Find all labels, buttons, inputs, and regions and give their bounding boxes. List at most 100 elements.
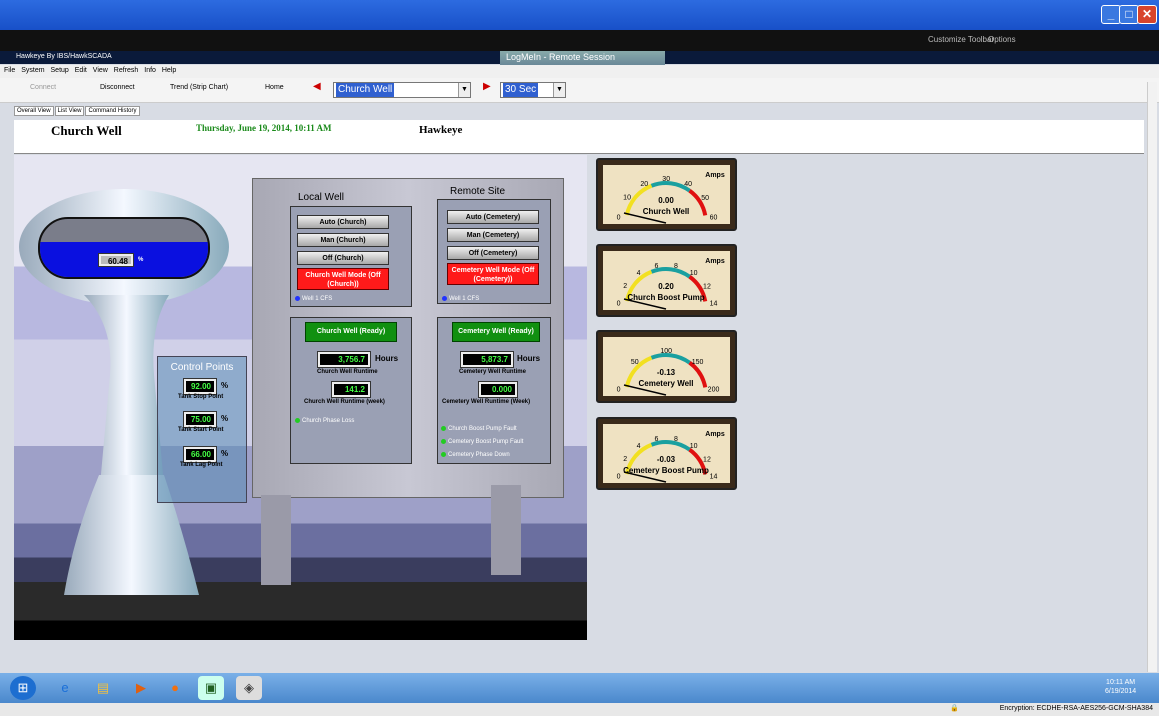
home-button[interactable]: Home (265, 84, 284, 91)
green-indicator-icon (441, 426, 446, 431)
tab-command-history[interactable]: Command History (85, 106, 140, 116)
church-week-value: 141.2 (331, 381, 371, 398)
local-well-status-panel: Church Well (Ready) 3,756.7 Hours Church… (290, 317, 412, 464)
connect-button[interactable]: Connect (30, 84, 56, 91)
gauge-tick-label: 10 (623, 195, 631, 202)
menu-item-refresh[interactable]: Refresh (114, 67, 144, 74)
church-boost-pump-gauge: 0 2 4 6 8 10 12 14 Amps 0.20 Church Boost Pump (596, 244, 737, 317)
options-menu[interactable]: Options (988, 35, 1016, 44)
blue-indicator-icon (295, 296, 300, 301)
local-cfs-label: Well 1 CFS (302, 296, 333, 303)
man-church-button[interactable]: Man (Church) (297, 233, 389, 247)
site-title: Church Well (51, 123, 122, 138)
menu-item-view[interactable]: View (93, 67, 114, 74)
cemetery-week-value: 0.000 (478, 381, 518, 398)
gauge-tick-label: 0 (617, 214, 621, 221)
lock-icon: 🔒 (950, 705, 959, 712)
close-button[interactable]: ✕ (1137, 5, 1157, 24)
gauge-tick-label: 40 (684, 181, 692, 188)
menu-item-edit[interactable]: Edit (75, 67, 93, 74)
local-well-title: Local Well (298, 192, 344, 203)
tank-stop-value[interactable]: 92.00 (183, 378, 217, 395)
gauge-tick-label: 150 (692, 359, 704, 366)
fault-label: Cemetery Boost Pump Fault (448, 439, 524, 446)
disconnect-button[interactable]: Disconnect (100, 84, 135, 91)
cemetery-boost-pump-gauge: 0 2 4 6 8 10 12 14 Amps -0.03 Cemetery Boost Pump (596, 417, 737, 490)
tank-level-window: 60.48 % (38, 217, 210, 279)
app-icon[interactable]: ▣ (198, 676, 224, 700)
outer-title-bar (0, 0, 1159, 30)
cemetery-week-label: Cemetery Well Runtime (Week) (442, 399, 531, 405)
man-cemetery-button[interactable]: Man (Cemetery) (447, 228, 539, 242)
firefox-icon[interactable]: ● (162, 676, 188, 700)
gauge-tick-label: 0 (617, 300, 621, 307)
menu-bar: File System Setup Edit View Refresh Info… (0, 65, 1159, 78)
internet-explorer-icon[interactable]: e (52, 676, 78, 700)
media-player-icon[interactable]: ▶ (128, 676, 154, 700)
gauge-value: -0.03 (657, 455, 676, 464)
status-bar: Encryption: ECDHE-RSA-AES256-GCM-SHA384 … (0, 703, 1159, 716)
session-tab[interactable]: LogMeIn - Remote Session (500, 51, 665, 65)
logmein-toolbar: Customize Toolbar Options (0, 30, 1159, 51)
gauge-tick-label: 60 (710, 215, 718, 222)
customize-toolbar[interactable]: Customize Toolbar (928, 35, 994, 44)
windows-taskbar: ⊞ e ▤ ▶ ● ▣ ◈ 10:11 AM 6/19/2014 (0, 673, 1159, 703)
header-bar: Church Well Thursday, June 19, 2014, 10:… (14, 120, 1144, 154)
menu-item-file[interactable]: File (4, 67, 21, 74)
control-points-title: Control Points (170, 362, 234, 373)
encryption-status: Encryption: ECDHE-RSA-AES256-GCM-SHA384 (999, 705, 1153, 712)
gauge-tick-label: 10 (690, 270, 698, 277)
gauge-tick-label: 6 (655, 263, 659, 270)
auto-church-button[interactable]: Auto (Church) (297, 215, 389, 229)
gauge-unit: Amps (705, 172, 725, 179)
fault-label: Church Boost Pump Fault (448, 426, 517, 433)
chevron-down-icon: ▼ (553, 83, 565, 97)
cemetery-well-status: Cemetery Well (Ready) (452, 322, 540, 342)
auto-cemetery-button[interactable]: Auto (Cemetery) (447, 210, 539, 224)
tank-level-unit: % (138, 257, 144, 263)
church-mode-indicator: Church Well Mode (Off (Church)) (297, 268, 389, 290)
church-well-gauge: 0 10 20 30 40 50 60 Amps 0.00 Church Well (596, 158, 737, 231)
trend-button[interactable]: Trend (Strip Chart) (170, 84, 228, 91)
tank-stop-label: Tank Stop Point (178, 394, 224, 400)
site-select[interactable]: Church Well ▼ (333, 82, 471, 98)
church-well-status: Church Well (Ready) (305, 322, 397, 342)
tab-overall-view[interactable]: Overall View (14, 106, 54, 116)
gauge-tick-label: 20 (640, 181, 648, 188)
forward-arrow-icon[interactable]: ▶ (483, 81, 491, 92)
cemetery-runtime-label: Cemetery Well Runtime (459, 369, 526, 375)
folder-icon[interactable]: ▤ (90, 676, 116, 700)
gauge-tick-label: 0 (617, 386, 621, 393)
cemetery-runtime-value: 5,873.7 (460, 351, 514, 368)
interval-select[interactable]: 30 Sec ▼ (500, 82, 566, 98)
vertical-scrollbar[interactable] (1147, 82, 1157, 672)
tab-list-view[interactable]: List View (54, 106, 85, 116)
tank-start-value[interactable]: 75.00 (183, 411, 217, 428)
off-church-button[interactable]: Off (Church) (297, 251, 389, 265)
green-indicator-icon (441, 439, 446, 444)
tank-lag-value[interactable]: 66.00 (183, 446, 217, 463)
gauge-tick-label: 6 (655, 436, 659, 443)
gauge-tick-label: 8 (674, 263, 678, 270)
cemetery-mode-indicator: Cemetery Well Mode (Off (Cemetery)) (447, 263, 539, 285)
menu-item-info[interactable]: Info (144, 67, 162, 74)
gauge-value: 0.20 (658, 282, 674, 291)
remote-cfs-label: Well 1 CFS (449, 296, 480, 303)
tank-level-value: 60.48 (98, 253, 134, 267)
church-runtime-label: Church Well Runtime (317, 369, 378, 375)
hawkeye-icon[interactable]: ◈ (236, 676, 262, 700)
control-points-panel: Control Points 92.00% Tank Stop Point 75… (157, 356, 247, 503)
back-arrow-icon[interactable]: ◀ (313, 81, 321, 92)
menu-item-help[interactable]: Help (162, 67, 176, 74)
off-cemetery-button[interactable]: Off (Cemetery) (447, 246, 539, 260)
church-phase-label: Church Phase Loss (302, 418, 355, 425)
menu-item-system-setup[interactable]: System Setup (21, 67, 75, 74)
gauge-tick-label: 14 (710, 474, 718, 481)
gauge-tick-label: 30 (662, 176, 670, 183)
gauge-tick-label: 4 (637, 270, 641, 277)
minimize-button[interactable]: _ (1101, 5, 1121, 24)
maximize-button[interactable]: □ (1119, 5, 1139, 24)
clock[interactable]: 10:11 AM 6/19/2014 (1105, 678, 1136, 696)
gauge-name: Cemetery Well (639, 379, 694, 388)
start-button[interactable]: ⊞ (10, 676, 36, 700)
